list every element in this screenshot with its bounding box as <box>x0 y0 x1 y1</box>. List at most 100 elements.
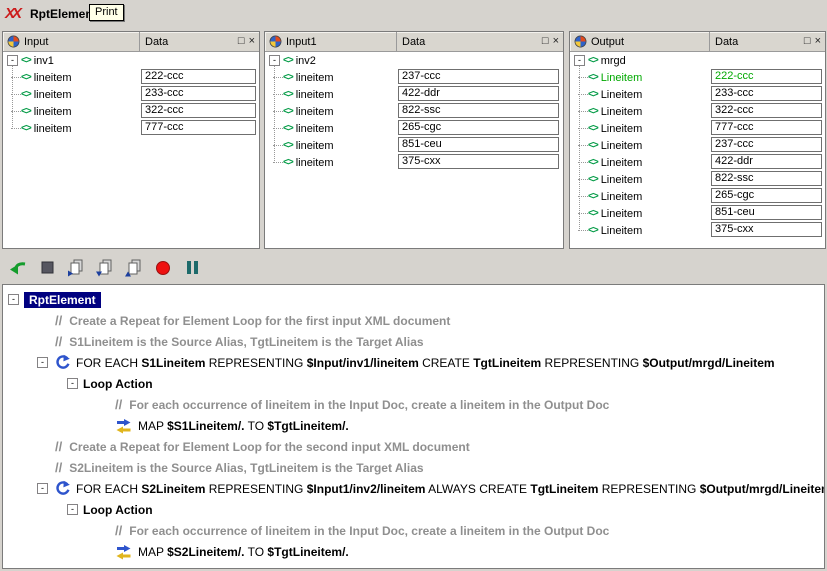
data-cell[interactable]: 237-ccc <box>711 137 822 152</box>
xml-element-icon: <> <box>588 140 599 151</box>
rule-row-loopaction[interactable]: - Loop Action <box>3 373 824 394</box>
tree-node-label: lineitem <box>33 122 72 135</box>
xml-element-icon: <> <box>588 191 599 202</box>
expander-icon[interactable]: - <box>7 55 18 66</box>
rule-row-foreach[interactable]: - FOR EACH S1Lineitem REPRESENTING $Inpu… <box>3 352 824 373</box>
data-column-header: Data <box>709 32 738 51</box>
tree-node-label: Lineitem <box>600 122 643 135</box>
data-cell[interactable]: 222-ccc <box>141 69 256 84</box>
expander-icon[interactable]: - <box>67 504 78 515</box>
expander-icon[interactable]: - <box>37 483 48 494</box>
xml-element-icon: <> <box>588 89 599 100</box>
panel-header: Input1 Data □ × <box>265 32 563 52</box>
comment-icon: // <box>55 313 63 328</box>
expander-icon[interactable]: - <box>8 294 19 305</box>
data-cell[interactable]: 375-cxx <box>398 154 559 169</box>
tree-row[interactable]: - <> inv2 <box>265 52 563 69</box>
rule-row-comment[interactable]: // S2Lineitem is the Source Alias, TgtLin… <box>3 457 824 478</box>
data-cell[interactable]: 422-ddr <box>711 154 822 169</box>
rule-row-comment[interactable]: // For each occurrence of lineitem in the… <box>3 394 824 415</box>
event-type-icon <box>7 35 20 48</box>
data-cell[interactable]: 777-ccc <box>141 120 256 135</box>
stop-icon[interactable] <box>36 256 58 278</box>
print-tooltip: Print <box>89 4 124 21</box>
tree-node-label: Lineitem <box>600 71 643 84</box>
comment-icon: // <box>55 460 63 475</box>
data-cell[interactable]: 265-cgc <box>711 188 822 203</box>
tree-node-label: Lineitem <box>600 173 643 186</box>
tree-row[interactable]: - <> mrgd <box>570 52 825 69</box>
rule-row-map[interactable]: MAP $S2Lineitem/. TO $TgtLineitem/. <box>3 541 824 562</box>
rule-row-comment[interactable]: // Create a Repeat for Element Loop for t… <box>3 310 824 331</box>
data-cell[interactable]: 422-ddr <box>398 86 559 101</box>
expander-icon[interactable]: - <box>574 55 585 66</box>
data-cell[interactable]: 222-ccc <box>711 69 822 84</box>
expander-icon[interactable]: - <box>269 55 280 66</box>
record-icon[interactable] <box>152 256 174 278</box>
rule-row-map[interactable]: MAP $S1Lineitem/. TO $TgtLineitem/. <box>3 415 824 436</box>
step-into-icon[interactable] <box>94 256 116 278</box>
tree-node-label: lineitem <box>295 88 334 101</box>
data-cell[interactable]: 265-cgc <box>398 120 559 135</box>
panel-input: Input Data □ × - <> inv1 <> lineitem <> lineit… <box>2 31 260 249</box>
data-cell[interactable]: 851-ceu <box>398 137 559 152</box>
window-title: RptElemen <box>30 7 93 21</box>
tree-node-label: mrgd <box>600 54 626 67</box>
expander-icon[interactable]: - <box>37 357 48 368</box>
event-type-icon <box>574 35 587 48</box>
map-icon <box>115 543 132 560</box>
data-cell[interactable]: 237-ccc <box>398 69 559 84</box>
float-panel-icon[interactable]: □ <box>804 36 811 47</box>
xml-element-icon: <> <box>283 140 294 151</box>
float-panel-icon[interactable]: □ <box>238 36 245 47</box>
comment-icon: // <box>55 334 63 349</box>
tree-node-label: Lineitem <box>600 207 643 220</box>
data-column-header: Data <box>396 32 425 51</box>
panel-buttons: □ × <box>238 32 255 51</box>
step-out-icon[interactable] <box>123 256 145 278</box>
data-cell[interactable]: 233-ccc <box>141 86 256 101</box>
tree-node-label: lineitem <box>295 122 334 135</box>
tree-node-label: lineitem <box>295 105 334 118</box>
data-cell[interactable]: 375-cxx <box>711 222 822 237</box>
close-panel-icon[interactable]: × <box>815 36 821 47</box>
rule-row-comment[interactable]: // Create a Repeat for Element Loop for t… <box>3 436 824 457</box>
pause-icon[interactable] <box>181 256 203 278</box>
xml-element-icon: <> <box>588 208 599 219</box>
rule-row-loopaction[interactable]: - Loop Action <box>3 499 824 520</box>
data-cell[interactable]: 777-ccc <box>711 120 822 135</box>
rule-text: FOR EACH S1Lineitem REPRESENTING $Input/… <box>76 355 775 370</box>
data-cell[interactable]: 851-ceu <box>711 205 822 220</box>
data-cell[interactable]: 233-ccc <box>711 86 822 101</box>
xml-element-icon: <> <box>283 72 294 83</box>
tree-connector <box>579 66 580 231</box>
data-cell[interactable]: 322-ccc <box>711 103 822 118</box>
comment-icon: // <box>115 397 123 412</box>
data-column: 222-ccc 233-ccc 322-ccc 777-ccc 237-ccc 422-d… <box>711 69 822 239</box>
rule-row-comment[interactable]: // S1Lineitem is the Source Alias, TgtLin… <box>3 331 824 352</box>
data-column-header: Data <box>139 32 168 51</box>
panel-header: Output Data □ × <box>570 32 825 52</box>
rule-row-foreach[interactable]: - FOR EACH S2Lineitem REPRESENTING $Inpu… <box>3 478 824 499</box>
close-panel-icon[interactable]: × <box>249 36 255 47</box>
float-panel-icon[interactable]: □ <box>542 36 549 47</box>
step-over-icon[interactable] <box>65 256 87 278</box>
data-cell[interactable]: 322-ccc <box>141 103 256 118</box>
close-panel-icon[interactable]: × <box>553 36 559 47</box>
rule-text: FOR EACH S2Lineitem REPRESENTING $Input1… <box>76 481 825 496</box>
data-cell[interactable]: 822-ssc <box>711 171 822 186</box>
rule-row-comment[interactable]: // For each occurrence of lineitem in the… <box>3 520 824 541</box>
debug-toolbar <box>2 251 203 282</box>
app-logo-icon: XX <box>5 5 22 22</box>
rule-text: For each occurrence of lineitem in the I… <box>129 523 610 538</box>
execute-icon[interactable] <box>7 256 29 278</box>
expander-icon[interactable]: - <box>67 378 78 389</box>
xml-element-icon: <> <box>588 55 599 66</box>
tree-node-label: Lineitem <box>600 224 643 237</box>
tree-row[interactable]: - <> inv1 <box>3 52 259 69</box>
panel-input1: Input1 Data □ × - <> inv2 <> lineitem <> linei… <box>264 31 564 249</box>
data-column: 222-ccc 233-ccc 322-ccc 777-ccc <box>141 69 256 137</box>
data-cell[interactable]: 822-ssc <box>398 103 559 118</box>
rule-row-root[interactable]: - RptElement <box>3 289 824 310</box>
rule-text: MAP $S2Lineitem/. TO $TgtLineitem/. <box>138 544 349 559</box>
